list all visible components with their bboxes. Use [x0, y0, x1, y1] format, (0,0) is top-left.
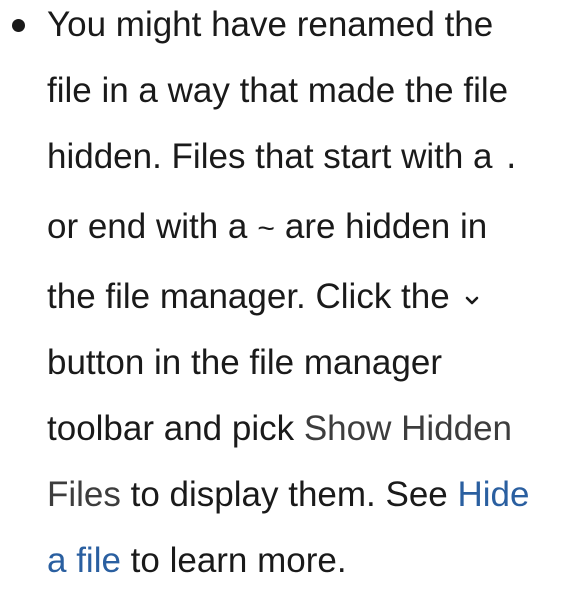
- tilde-character: ~: [257, 214, 276, 248]
- text-segment: or end with a: [47, 207, 258, 246]
- text-segment: to display them. See: [120, 475, 458, 514]
- text-segment: You might have renamed the file in a way…: [47, 5, 509, 176]
- text-segment: to learn more.: [120, 541, 347, 580]
- bullet-point: [12, 19, 25, 32]
- list-item: You might have renamed the file in a way…: [0, 0, 537, 594]
- bullet-list: You might have renamed the file in a way…: [0, 0, 584, 594]
- dot-character: .: [502, 144, 521, 178]
- pan-down-icon: [459, 266, 485, 305]
- paragraph: You might have renamed the file in a way…: [47, 0, 537, 594]
